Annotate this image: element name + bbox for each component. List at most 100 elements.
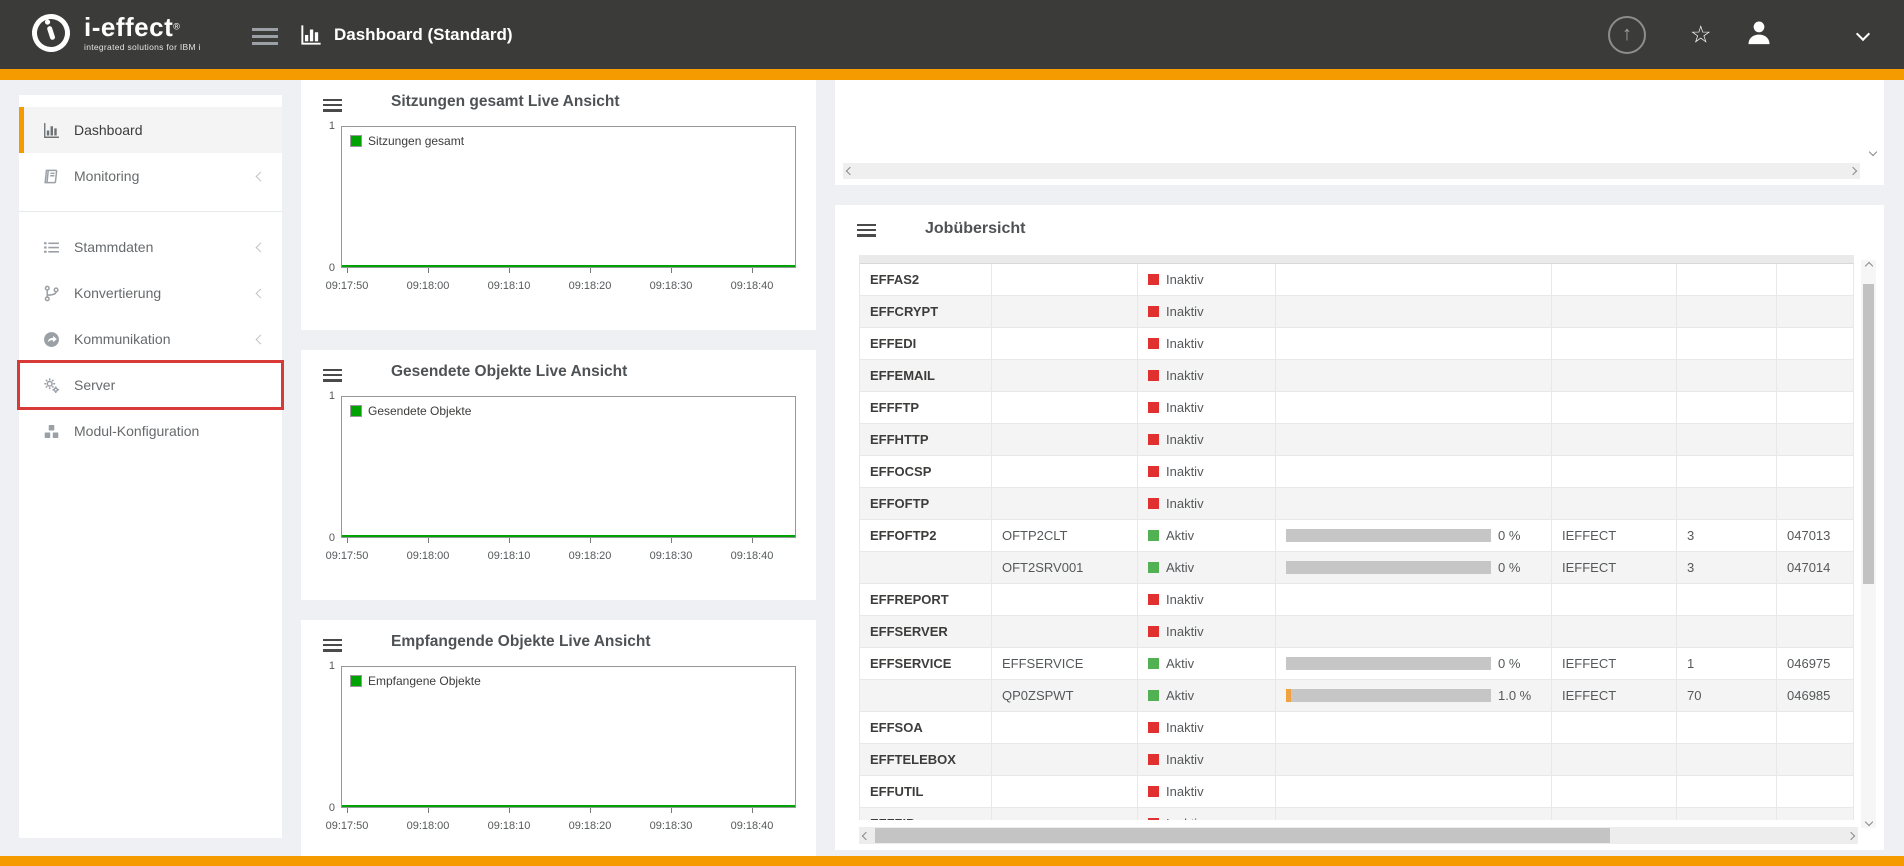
bar-chart-icon (300, 24, 322, 46)
chart-card-empfangende-objekte-live-ansicht: Empfangende Objekte Live Ansicht10Empfan… (301, 620, 816, 866)
legend-label: Empfangene Objekte (368, 674, 481, 688)
chevron-left-icon (256, 288, 266, 298)
sidebar-item-dashboard[interactable]: Dashboard (19, 107, 282, 153)
top-scroll-panel (835, 80, 1884, 185)
subsystem-cell: OFTP2CLT (992, 520, 1138, 551)
panel-menu-icon[interactable] (857, 221, 876, 239)
status-label: Inaktiv (1166, 720, 1204, 735)
x-axis-tick (428, 538, 429, 543)
table-row-effsoa[interactable]: EFFSOA Inaktiv (860, 712, 1854, 744)
status-square-icon (1148, 658, 1159, 669)
vertical-scroll-thumb[interactable] (1863, 284, 1874, 584)
chart-card-gesendete-objekte-live-ansicht: Gesendete Objekte Live Ansicht10Gesendet… (301, 350, 816, 600)
user-cell: IEFFECT (1552, 648, 1677, 679)
sidebar-item-modul-konfiguration[interactable]: Modul-Konfiguration (19, 408, 282, 454)
job-id-cell (1777, 488, 1854, 519)
x-axis-label: 09:18:10 (488, 550, 531, 562)
table-row-effas2[interactable]: EFFAS2Inaktiv (860, 264, 1854, 296)
status-square-icon (1148, 754, 1159, 765)
table-row-effcrypt[interactable]: EFFCRYPTInaktiv (860, 296, 1854, 328)
job-name-cell: EFFTELEBOX (860, 744, 992, 775)
user-cell (1552, 744, 1677, 775)
status-cell: Inaktiv (1138, 360, 1276, 391)
upload-circle-icon[interactable]: ↑ (1608, 16, 1646, 54)
count-cell (1677, 776, 1777, 807)
subsystem-cell: EFFSERVICE (992, 648, 1138, 679)
x-axis-label: 09:18:00 (407, 550, 450, 562)
count-cell: 70 (1677, 680, 1777, 711)
table-header-strip (860, 255, 1854, 264)
sidebar-item-konvertierung[interactable]: Konvertierung (19, 270, 282, 316)
scroll-left-icon[interactable] (862, 831, 870, 839)
status-cell: Inaktiv (1138, 808, 1276, 820)
status-cell: Inaktiv (1138, 744, 1276, 775)
subsystem-cell (992, 392, 1138, 423)
table-row-effreport[interactable]: EFFREPORTInaktiv (860, 584, 1854, 616)
table-row-effocsp[interactable]: EFFOCSPInaktiv (860, 456, 1854, 488)
table-vertical-scrollbar[interactable] (1861, 260, 1876, 828)
y-axis-label-min: 0 (317, 532, 335, 544)
sidebar-item-server[interactable]: Server (19, 362, 282, 408)
x-axis-label: 09:18:10 (488, 280, 531, 292)
cpu-cell (1276, 264, 1552, 295)
table-horizontal-scrollbar[interactable] (859, 827, 1858, 844)
scroll-up-icon[interactable] (1864, 262, 1872, 270)
scroll-down-icon[interactable] (1864, 818, 1872, 826)
user-cell (1552, 616, 1677, 647)
panel-horizontal-scrollbar[interactable] (843, 163, 1860, 179)
table-row-sub-oft2srv001[interactable]: OFT2SRV001Aktiv0 %IEFFECT3047014 (860, 552, 1854, 584)
table-row-effedi[interactable]: EFFEDIInaktiv (860, 328, 1854, 360)
sidebar-item-kommunikation[interactable]: Kommunikation (19, 316, 282, 362)
table-row-effoftp2[interactable]: EFFOFTP2OFTP2CLTAktiv0 %IEFFECT3047013 (860, 520, 1854, 552)
job-id-cell (1777, 808, 1854, 820)
job-id-cell (1777, 296, 1854, 327)
menu-toggle-icon[interactable] (252, 24, 278, 49)
chart-plot: 10Gesendete Objekte (341, 396, 796, 538)
job-id-cell (1777, 584, 1854, 615)
scroll-left-icon[interactable] (846, 167, 854, 175)
cpu-cell (1276, 392, 1552, 423)
table-row-effhttp[interactable]: EFFHTTPInaktiv (860, 424, 1854, 456)
job-name-cell: EFFSOA (860, 712, 992, 743)
user-icon[interactable] (1745, 18, 1773, 51)
x-axis-tick (752, 268, 753, 273)
count-cell (1677, 328, 1777, 359)
table-row-effutil[interactable]: EFFUTILInaktiv (860, 776, 1854, 808)
plot-area: Sitzungen gesamt (341, 126, 796, 268)
table-row-effemail[interactable]: EFFEMAILInaktiv (860, 360, 1854, 392)
table-row-effzip[interactable]: EFFZIPInaktiv (860, 808, 1854, 820)
job-name-cell: EFFSERVER (860, 616, 992, 647)
panel-menu-icon[interactable] (323, 366, 342, 384)
table-row-effserver[interactable]: EFFSERVERInaktiv (860, 616, 1854, 648)
panel-menu-icon[interactable] (323, 96, 342, 114)
job-name-cell (860, 680, 992, 711)
table-row-sub-qp0zspwt[interactable]: QP0ZSPWTAktiv1.0 %IEFFECT70046985 (860, 680, 1854, 712)
scroll-right-icon[interactable] (1849, 167, 1857, 175)
chart-title: Empfangende Objekte Live Ansicht (391, 633, 651, 651)
x-axis-label: 09:18:40 (731, 550, 774, 562)
table-row-effoftp[interactable]: EFFOFTPInaktiv (860, 488, 1854, 520)
cubes-icon (43, 422, 61, 440)
x-axis-tick (509, 538, 510, 543)
sidebar-item-stammdaten[interactable]: Stammdaten (19, 224, 282, 270)
accent-bar-top (0, 69, 1904, 80)
user-cell (1552, 392, 1677, 423)
horizontal-scroll-thumb[interactable] (875, 828, 1610, 843)
status-square-icon (1148, 626, 1159, 637)
table-row-effservice[interactable]: EFFSERVICEEFFSERVICEAktiv0 %IEFFECT10469… (860, 648, 1854, 680)
cpu-cell (1276, 456, 1552, 487)
x-axis-label: 09:17:50 (326, 820, 369, 832)
gears-icon (43, 376, 61, 394)
panel-scroll-down-icon[interactable] (1869, 148, 1877, 156)
y-axis-label-max: 1 (317, 660, 335, 672)
table-row-effftp[interactable]: EFFFTPInaktiv (860, 392, 1854, 424)
sidebar-item-monitoring[interactable]: Monitoring (19, 153, 282, 199)
scroll-right-icon[interactable] (1847, 831, 1855, 839)
status-label: Aktiv (1166, 560, 1194, 575)
user-menu-caret-icon[interactable] (1858, 26, 1868, 44)
x-axis-label: 09:18:30 (650, 820, 693, 832)
table-row-efftelebox[interactable]: EFFTELEBOX Inaktiv (860, 744, 1854, 776)
x-axis-tick (428, 808, 429, 813)
favorite-star-icon[interactable]: ☆ (1690, 20, 1712, 49)
panel-menu-icon[interactable] (323, 636, 342, 654)
